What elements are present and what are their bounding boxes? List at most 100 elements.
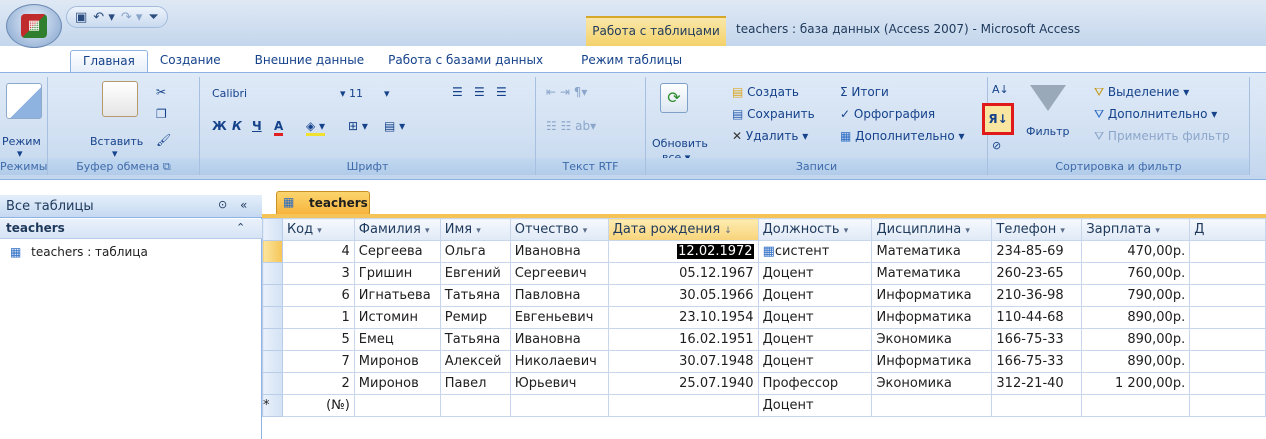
cell-empty[interactable] (991, 394, 1083, 417)
table-row[interactable]: 3 Гришин Евгений Сергеевич 05.12.1967 Доцент М… (262, 262, 1266, 285)
quick-access-toolbar[interactable]: ▣ ↶ ▾ ↷ ▾ ⏷ (66, 6, 168, 28)
cell-patronymic[interactable]: Юрьевич (509, 372, 609, 395)
cell-phone[interactable]: 166-75-33 (991, 350, 1083, 373)
col-header-position[interactable]: Должность ▾ (757, 218, 873, 241)
cell-birth-date[interactable]: 23.10.1954 (607, 306, 759, 329)
save-record-button[interactable]: ▤ Сохранить (732, 107, 815, 121)
cell-code[interactable]: 7 (281, 350, 355, 373)
align-center-icon[interactable]: ☰ (474, 85, 485, 99)
cell-code[interactable]: 6 (281, 284, 355, 307)
cell-code[interactable]: (№) (281, 394, 355, 417)
cell-salary[interactable]: 890,00р. (1081, 306, 1191, 329)
collapse-group-icon[interactable]: ⌃ (236, 221, 245, 234)
cell-position[interactable]: Доцент (757, 350, 873, 373)
cell-first-name[interactable]: Татьяна (439, 284, 511, 307)
fill-color-icon[interactable]: ◈ ▾ (306, 119, 326, 136)
select-all-corner[interactable] (262, 218, 283, 241)
cell-phone[interactable]: 210-36-98 (991, 284, 1083, 307)
calendar-icon[interactable]: ▦ (763, 244, 775, 259)
cell-last-name[interactable]: Миронов (353, 372, 441, 395)
cell-empty[interactable] (1189, 262, 1266, 285)
filter-icon[interactable] (1030, 85, 1066, 111)
cell-phone[interactable]: 260-23-65 (991, 262, 1083, 285)
cell-last-name[interactable]: Емец (353, 328, 441, 351)
cell-discipline[interactable]: Экономика (871, 372, 993, 395)
cell-empty[interactable] (1189, 306, 1266, 329)
copy-icon[interactable]: ❐ (156, 107, 167, 121)
font-size-select[interactable]: ▾ 11 ▾ (336, 85, 406, 105)
customize-qat-icon[interactable]: ⏷ (148, 10, 158, 25)
cell-empty[interactable] (353, 394, 441, 417)
clear-sort-icon[interactable]: ⊘ (992, 139, 1001, 152)
cell-discipline[interactable]: Информатика (871, 306, 993, 329)
undo-icon[interactable]: ↶ ▾ (93, 10, 115, 25)
table-row[interactable]: 5 Емец Татьяна Ивановна 16.02.1951 Доцент Экон… (262, 328, 1266, 351)
align-left-icon[interactable]: ☰ (452, 85, 463, 99)
cell-position[interactable]: Профессор (757, 372, 873, 395)
tab-home[interactable]: Главная (70, 50, 148, 72)
nav-pane-title[interactable]: Все таблицы (6, 199, 94, 214)
col-header-discipline[interactable]: Дисциплина ▾ (871, 218, 993, 241)
tab-create[interactable]: Создание (148, 50, 233, 72)
cell-position[interactable]: Доцент (757, 262, 873, 285)
cell-position[interactable]: Доцент (757, 394, 873, 417)
cell-last-name[interactable]: Гришин (353, 262, 441, 285)
tab-datasheet[interactable]: Режим таблицы (569, 50, 694, 72)
nav-pane-header[interactable]: Все таблицы ⊙ « (0, 195, 262, 218)
col-header-patronymic[interactable]: Отчество ▾ (509, 218, 609, 241)
cell-code[interactable]: 3 (281, 262, 355, 285)
redo-icon[interactable]: ↷ ▾ (121, 10, 143, 25)
cell-last-name[interactable]: Игнатьева (353, 284, 441, 307)
more-records-button[interactable]: ▦ Дополнительно ▾ (840, 129, 965, 143)
gridlines-icon[interactable]: ⊞ ▾ (348, 119, 368, 133)
cell-phone[interactable]: 312-21-40 (991, 372, 1083, 395)
chevron-down-icon[interactable]: ▾ (1155, 226, 1160, 236)
cell-discipline[interactable]: Информатика (871, 284, 993, 307)
cell-salary[interactable]: 790,00р. (1081, 284, 1191, 307)
cell-birth-date[interactable]: 30.05.1966 (607, 284, 759, 307)
cell-birth-date[interactable]: 25.07.1940 (607, 372, 759, 395)
row-selector[interactable] (262, 240, 283, 263)
cell-empty[interactable] (871, 394, 993, 417)
totals-button[interactable]: Σ Итоги (840, 85, 889, 99)
new-record-button[interactable]: ▤ Создать (732, 85, 799, 99)
chevron-down-icon[interactable]: ▾ (965, 226, 970, 236)
row-selector[interactable] (262, 306, 283, 329)
col-header-salary[interactable]: Зарплата ▾ (1081, 218, 1191, 241)
cell-first-name[interactable]: Павел (439, 372, 511, 395)
tab-external-data[interactable]: Внешние данные (243, 50, 376, 72)
col-header-birth-date[interactable]: Дата рождения ↓ (607, 218, 759, 241)
format-painter-icon[interactable]: 🖌 (156, 133, 171, 147)
bold-button[interactable]: Ж (212, 119, 227, 133)
col-header-first-name[interactable]: Имя ▾ (439, 218, 511, 241)
cell-patronymic[interactable]: Евгеньевич (509, 306, 609, 329)
table-row[interactable]: 2 Миронов Павел Юрьевич 25.07.1940 Профессор Э… (262, 372, 1266, 395)
nav-item-teachers-table[interactable]: ▦ teachers : таблица (10, 245, 148, 259)
nav-menu-dropdown-icon[interactable]: ⊙ (218, 198, 227, 211)
row-selector[interactable] (262, 328, 283, 351)
advanced-filter-button[interactable]: ⛛ Дополнительно ▾ (1094, 107, 1217, 122)
cell-salary[interactable]: 760,00р. (1081, 262, 1191, 285)
collapse-pane-icon[interactable]: « (240, 198, 247, 212)
filter-button[interactable]: Фильтр (1026, 125, 1070, 138)
chevron-down-icon[interactable]: ▾ (317, 226, 322, 236)
paste-icon[interactable] (102, 81, 138, 117)
cell-code[interactable]: 5 (281, 328, 355, 351)
italic-button[interactable]: К (232, 119, 242, 133)
table-row[interactable]: 7 Миронов Алексей Николаевич 30.07.1948 Доцен… (262, 350, 1266, 373)
cell-first-name[interactable]: Алексей (439, 350, 511, 373)
cell-code[interactable]: 4 (281, 240, 355, 263)
cell-empty[interactable] (1189, 350, 1266, 373)
cell-birth-date[interactable]: 05.12.1967 (607, 262, 759, 285)
alt-row-color-icon[interactable]: ▤ ▾ (384, 119, 405, 133)
cell-birth-date[interactable]: 30.07.1948 (607, 350, 759, 373)
cell-birth-date[interactable]: 12.02.1972 (607, 240, 759, 263)
chevron-down-icon[interactable]: ▾ (583, 226, 588, 236)
cell-first-name[interactable]: Евгений (439, 262, 511, 285)
table-row[interactable]: 1 Истомин Ремир Евгеньевич 23.10.1954 Доцент И… (262, 306, 1266, 329)
sorted-desc-icon[interactable]: ↓ (724, 226, 732, 236)
chevron-down-icon[interactable]: ▾ (844, 226, 849, 236)
cell-patronymic[interactable]: Ивановна (509, 240, 609, 263)
cell-discipline[interactable]: Математика (871, 262, 993, 285)
table-row[interactable]: 4 Сергеева Ольга Ивановна 12.02.1972 ▦систент… (262, 240, 1266, 263)
